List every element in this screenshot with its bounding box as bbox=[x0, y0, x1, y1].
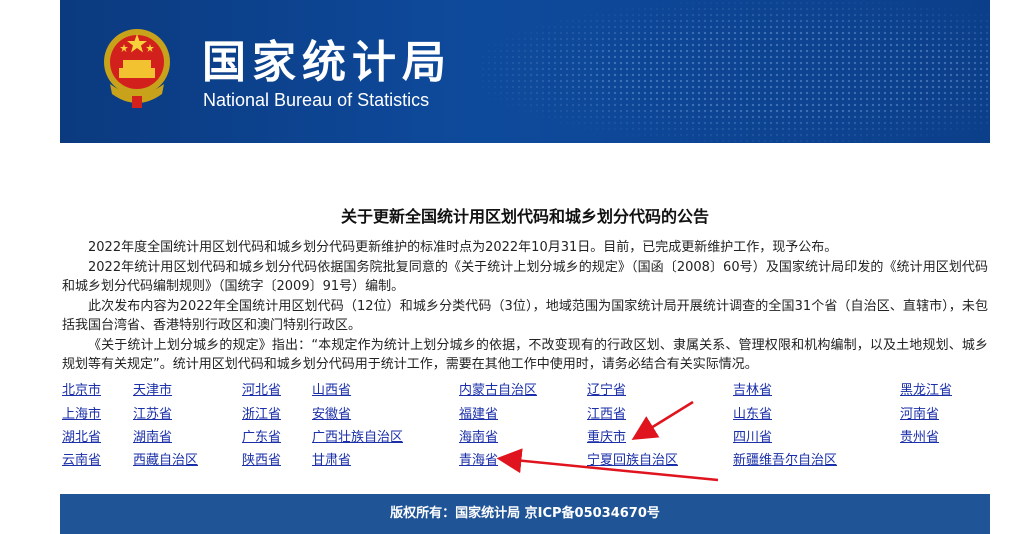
province-link[interactable]: 云南省 bbox=[62, 449, 101, 468]
site-footer: 版权所有：国家统计局 京ICP备05034670号 bbox=[60, 494, 990, 534]
province-link[interactable]: 广西壮族自治区 bbox=[312, 426, 403, 445]
province-link[interactable]: 安徽省 bbox=[312, 403, 351, 422]
province-link[interactable]: 陕西省 bbox=[242, 449, 281, 468]
province-link[interactable]: 四川省 bbox=[733, 426, 772, 445]
province-link[interactable]: 内蒙古自治区 bbox=[459, 379, 537, 398]
province-link[interactable]: 湖北省 bbox=[62, 426, 101, 445]
province-link[interactable]: 甘肃省 bbox=[312, 449, 351, 468]
province-link[interactable]: 湖南省 bbox=[133, 426, 172, 445]
province-link[interactable]: 江西省 bbox=[587, 403, 626, 422]
province-link[interactable]: 福建省 bbox=[459, 403, 498, 422]
world-map-decoration bbox=[480, 0, 990, 143]
province-link[interactable]: 天津市 bbox=[133, 379, 172, 398]
province-link[interactable]: 贵州省 bbox=[900, 426, 939, 445]
province-link[interactable]: 北京市 bbox=[62, 379, 101, 398]
paragraph: 2022年统计用区划代码和城乡划分代码依据国务院批复同意的《关于统计上划分城乡的… bbox=[62, 259, 988, 295]
province-link[interactable]: 山东省 bbox=[733, 403, 772, 422]
province-link[interactable]: 辽宁省 bbox=[587, 379, 626, 398]
province-link[interactable]: 重庆市 bbox=[587, 426, 626, 445]
page-wrapper: 国家统计局 National Bureau of Statistics 关于更新… bbox=[60, 0, 990, 534]
article-body: 2022年度全国统计用区划代码和城乡划分代码更新维护的标准时点为2022年10月… bbox=[62, 238, 988, 375]
province-link[interactable]: 河北省 bbox=[242, 379, 281, 398]
province-link-grid: 北京市 天津市 河北省 山西省 内蒙古自治区 辽宁省 吉林省 黑龙江省 上海市 … bbox=[60, 375, 990, 475]
paragraph: 2022年度全国统计用区划代码和城乡划分代码更新维护的标准时点为2022年10月… bbox=[88, 240, 838, 255]
site-title-english: National Bureau of Statistics bbox=[203, 90, 430, 110]
site-title-chinese: 国家统计局 bbox=[202, 37, 452, 88]
province-link[interactable]: 上海市 bbox=[62, 403, 101, 422]
paragraph: 《关于统计上划分城乡的规定》指出：“本规定作为统计上划分城乡的依据，不改变现有的… bbox=[62, 337, 988, 373]
national-emblem-icon bbox=[104, 29, 170, 108]
province-link[interactable]: 宁夏回族自治区 bbox=[587, 449, 678, 468]
province-link[interactable]: 新疆维吾尔自治区 bbox=[733, 449, 837, 468]
province-link[interactable]: 西藏自治区 bbox=[133, 449, 198, 468]
province-link[interactable]: 浙江省 bbox=[242, 403, 281, 422]
paragraph: 此次发布内容为2022年全国统计用区划代码（12位）和城乡分类代码（3位），地域… bbox=[62, 298, 988, 334]
site-banner: 国家统计局 National Bureau of Statistics bbox=[60, 0, 990, 143]
province-link[interactable]: 山西省 bbox=[312, 379, 351, 398]
province-link[interactable]: 广东省 bbox=[242, 426, 281, 445]
province-link[interactable]: 吉林省 bbox=[733, 379, 772, 398]
province-link[interactable]: 黑龙江省 bbox=[900, 379, 952, 398]
province-link[interactable]: 江苏省 bbox=[133, 403, 172, 422]
province-link[interactable]: 青海省 bbox=[459, 449, 498, 468]
province-link[interactable]: 海南省 bbox=[459, 426, 498, 445]
article-headline: 关于更新全国统计用区划代码和城乡划分代码的公告 bbox=[340, 207, 709, 226]
province-link[interactable]: 河南省 bbox=[900, 403, 939, 422]
